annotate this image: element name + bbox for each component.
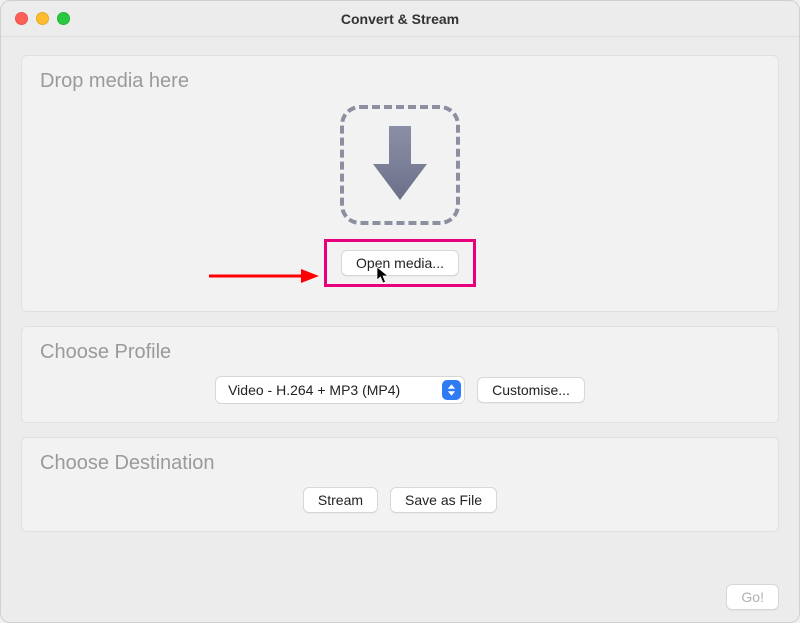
footer: Go! xyxy=(1,584,799,622)
profile-select-value: Video - H.264 + MP3 (MP4) xyxy=(228,382,400,398)
save-as-file-button[interactable]: Save as File xyxy=(390,487,497,513)
choose-destination-title: Choose Destination xyxy=(40,452,760,475)
choose-profile-panel: Choose Profile Video - H.264 + MP3 (MP4)… xyxy=(21,326,779,423)
choose-profile-title: Choose Profile xyxy=(40,341,760,364)
go-button[interactable]: Go! xyxy=(726,584,779,610)
titlebar: Convert & Stream xyxy=(1,1,799,37)
drop-zone[interactable]: Open media... xyxy=(40,105,760,293)
minimize-window-button[interactable] xyxy=(36,12,49,25)
choose-destination-panel: Choose Destination Stream Save as File xyxy=(21,437,779,532)
download-arrow-icon xyxy=(369,124,431,207)
customise-button[interactable]: Customise... xyxy=(477,377,585,403)
drop-target[interactable] xyxy=(340,105,460,225)
window-content: Drop media here xyxy=(1,37,799,584)
drop-media-panel: Drop media here xyxy=(21,55,779,312)
chevron-up-down-icon xyxy=(442,380,461,400)
window-title: Convert & Stream xyxy=(1,11,799,27)
profile-row: Video - H.264 + MP3 (MP4) Customise... xyxy=(40,376,760,404)
destination-row: Stream Save as File xyxy=(40,487,760,513)
profile-select[interactable]: Video - H.264 + MP3 (MP4) xyxy=(215,376,465,404)
close-window-button[interactable] xyxy=(15,12,28,25)
open-media-highlight: Open media... xyxy=(324,239,476,287)
stream-button[interactable]: Stream xyxy=(303,487,378,513)
convert-stream-window: Convert & Stream Drop media here xyxy=(0,0,800,623)
fullscreen-window-button[interactable] xyxy=(57,12,70,25)
open-media-button[interactable]: Open media... xyxy=(341,250,459,276)
drop-media-title: Drop media here xyxy=(40,70,760,93)
window-controls xyxy=(15,12,70,25)
